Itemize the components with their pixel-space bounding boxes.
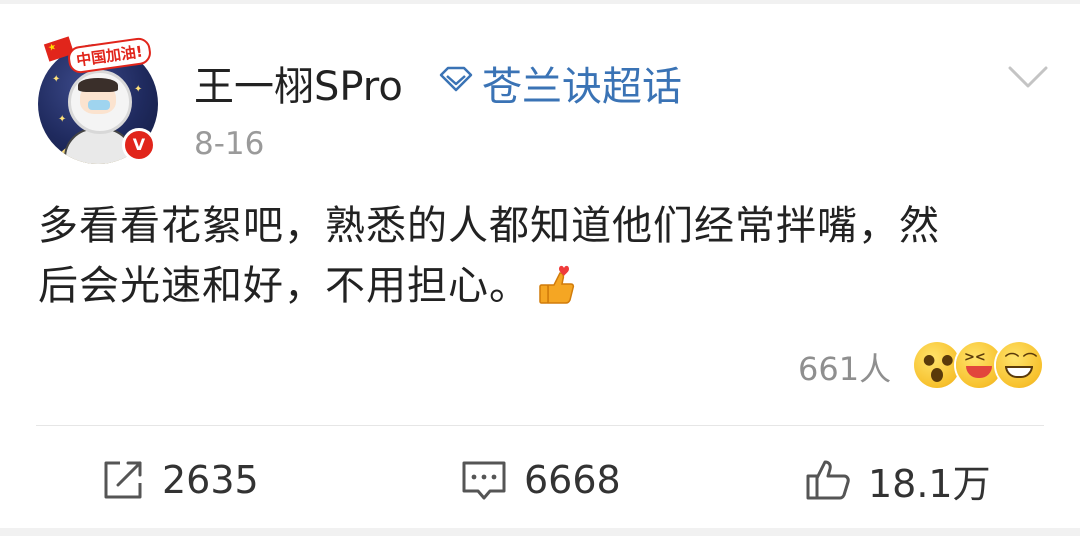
weibo-post-card: ✦ ✦ ✦ ★ 中国加油! V 王一栩SPro 苍兰诀超话 8-16 多看看花絮…	[0, 0, 1080, 536]
author-name[interactable]: 王一栩SPro	[194, 54, 403, 112]
post-text: 多看看花絮吧，熟悉的人都知道他们经常拌嘴，然 后会光速和好，不用担心。	[38, 196, 1048, 316]
post-text-line: 多看看花絮吧，熟悉的人都知道他们经常拌嘴，然	[38, 203, 940, 249]
post-text-line: 后会光速和好，不用担心。	[38, 263, 530, 309]
bottom-edge	[0, 528, 1080, 536]
avatar-badge-text: 中国加油!	[66, 36, 153, 75]
astronaut-hair	[78, 78, 118, 92]
thumbs-up-icon	[804, 456, 852, 504]
post-text-line-wrap: 后会光速和好，不用担心。	[38, 256, 1048, 316]
comment-count: 6668	[524, 458, 621, 502]
share-button[interactable]: 2635	[100, 452, 259, 508]
like-count: 18.1万	[868, 461, 991, 506]
divider	[36, 425, 1044, 426]
share-icon	[100, 457, 146, 503]
post-date: 8-16	[194, 126, 265, 162]
like-button[interactable]: 18.1万	[804, 452, 991, 508]
diamond-topic-icon[interactable]	[437, 66, 475, 92]
avatar[interactable]: ✦ ✦ ✦ ★ 中国加油! V	[32, 34, 162, 164]
star-icon: ✦	[52, 74, 61, 85]
grinning-emoji-icon[interactable]: ⌒⌒	[996, 342, 1042, 388]
star-icon: ✦	[134, 84, 143, 95]
reaction-count[interactable]: 661人	[798, 344, 891, 390]
share-count: 2635	[162, 458, 259, 502]
avatar-flag-badge: ★ 中国加油!	[43, 36, 156, 75]
comment-button[interactable]: 6668	[460, 452, 621, 508]
topic-link[interactable]: 苍兰诀超话	[482, 54, 682, 112]
chevron-down-icon[interactable]	[1004, 58, 1052, 98]
thumbs-up-heart-emoji-icon	[536, 262, 576, 304]
astronaut-mask	[88, 100, 110, 110]
star-icon: ✦	[58, 114, 67, 125]
surprised-emoji-icon[interactable]: ●●	[914, 342, 960, 388]
comment-icon	[460, 457, 508, 503]
top-edge	[0, 0, 1080, 4]
verified-badge-icon: V	[122, 128, 156, 162]
